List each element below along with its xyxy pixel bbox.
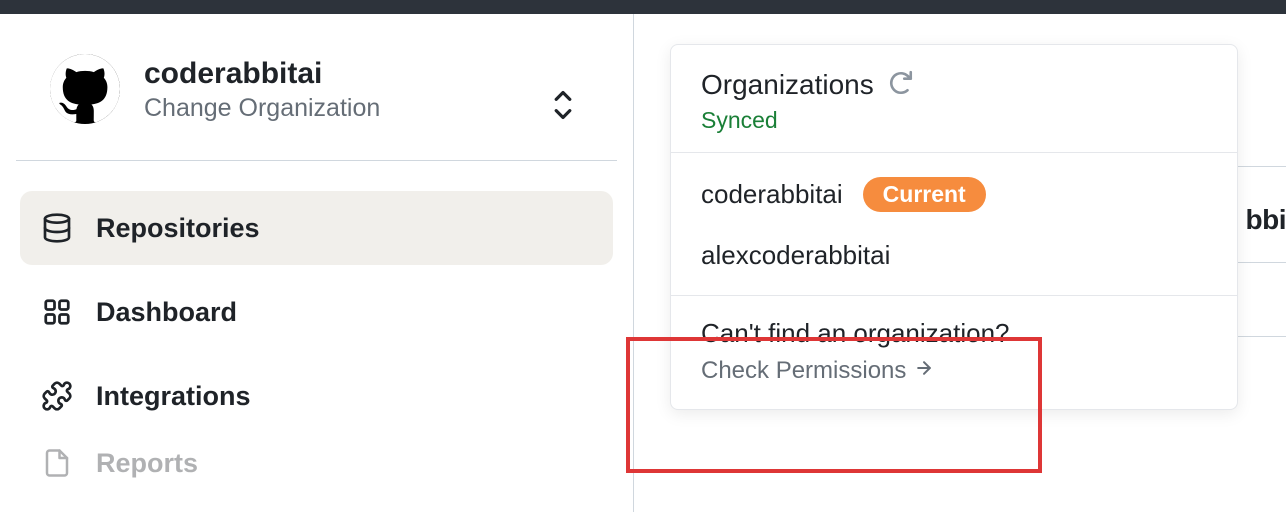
popup-title: Organizations	[701, 69, 874, 101]
footer-title: Can't find an organization?	[701, 318, 1207, 349]
sidebar: coderabbitai Change Organization Reposit…	[0, 14, 634, 512]
nav-item-repositories[interactable]: Repositories	[20, 191, 613, 265]
org-item-alexcoderabbitai[interactable]: alexcoderabbitai	[671, 226, 1237, 285]
nav-item-dashboard[interactable]: Dashboard	[20, 275, 613, 349]
top-bar	[0, 0, 1286, 14]
chevron-sort-icon	[549, 88, 577, 127]
footer-link-label: Check Permissions	[701, 357, 906, 385]
nav-item-integrations[interactable]: Integrations	[20, 359, 613, 433]
check-permissions-link[interactable]: Check Permissions	[701, 357, 1207, 385]
org-item-name: coderabbitai	[701, 179, 843, 210]
bg-divider	[1236, 262, 1286, 263]
file-icon	[40, 446, 74, 480]
nav-label: Integrations	[96, 381, 251, 412]
popup-footer: Can't find an organization? Check Permis…	[671, 295, 1237, 409]
bg-divider	[1236, 336, 1286, 337]
org-popup: Organizations Synced coderabbitai Curren…	[670, 44, 1238, 410]
sync-status: Synced	[701, 107, 1207, 134]
divider	[16, 160, 617, 161]
bg-divider	[1236, 166, 1286, 167]
change-org-label: Change Organization	[144, 94, 593, 123]
nav-label: Reports	[96, 448, 198, 479]
org-text: coderabbitai Change Organization	[144, 56, 593, 123]
org-item-coderabbitai[interactable]: coderabbitai Current	[671, 163, 1237, 226]
refresh-icon[interactable]	[888, 70, 914, 101]
popup-list: coderabbitai Current alexcoderabbitai	[671, 153, 1237, 295]
github-icon	[50, 54, 120, 124]
popup-header: Organizations Synced	[671, 45, 1237, 153]
org-switcher[interactable]: coderabbitai Change Organization	[0, 54, 633, 160]
grid-icon	[40, 295, 74, 329]
nav-label: Repositories	[96, 213, 260, 244]
org-item-name: alexcoderabbitai	[701, 240, 890, 271]
org-name: coderabbitai	[144, 56, 593, 92]
current-badge: Current	[863, 177, 986, 212]
nav: Repositories Dashboard Integrations Repo…	[0, 191, 633, 483]
layout: coderabbitai Change Organization Reposit…	[0, 14, 1286, 512]
nav-item-reports[interactable]: Reports	[20, 443, 613, 483]
nav-label: Dashboard	[96, 297, 237, 328]
bg-partial-text: bbi	[1246, 204, 1286, 236]
arrow-right-icon	[914, 357, 934, 385]
puzzle-icon	[40, 379, 74, 413]
database-icon	[40, 211, 74, 245]
main: bbi Organizations Synced coderabbitai Cu…	[634, 14, 1286, 512]
